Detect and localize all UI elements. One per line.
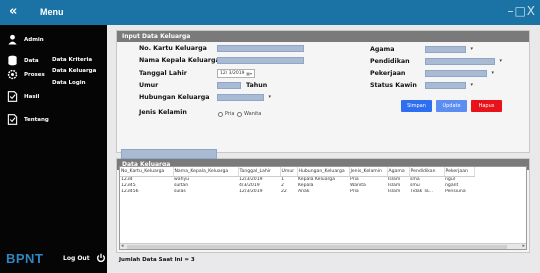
umur-label: Umur — [139, 82, 159, 89]
info-document-icon — [7, 114, 18, 125]
logout-button[interactable]: Log Out — [63, 253, 106, 263]
column-header[interactable]: Tanggal_Lahir — [238, 167, 281, 177]
agama-combobox[interactable]: ▾ — [425, 46, 473, 53]
umur-input[interactable] — [217, 82, 241, 89]
table-body: 1234 wahyu 12/3/2019 1 Kepala Keluarga Pria Is… — [120, 176, 474, 195]
window-controls[interactable]: –□X — [507, 4, 536, 18]
chevron-down-icon[interactable]: ▾ — [268, 94, 271, 100]
jumlah-data: Jumlah Data Saat Ini = 3 — [119, 257, 195, 263]
column-header[interactable]: Jenis_Kelamin — [349, 167, 388, 177]
radio-wanita[interactable]: Wanita — [237, 111, 261, 117]
column-header[interactable]: Umur — [280, 167, 298, 177]
update-button[interactable]: Update — [436, 100, 467, 112]
sidebar-item-admin: Admin — [7, 34, 44, 45]
table-cell: sulas — [174, 188, 186, 194]
user-icon — [8, 34, 17, 45]
table-cell: Pensiuna — [445, 188, 466, 194]
title-bar: « Menu –□X — [0, 0, 540, 25]
sidebar-item-tentang[interactable]: Tentang — [7, 114, 49, 125]
radio-circle — [218, 111, 223, 117]
search-input[interactable] — [121, 149, 217, 159]
window-title: Menu — [40, 7, 64, 17]
logo: BPNT — [6, 251, 44, 266]
table-cell: Tidak Ta... — [410, 188, 434, 194]
table-cell: 12/3/2019 — [239, 188, 263, 194]
sidebar-item-label: Admin — [24, 36, 44, 43]
hapus-button[interactable]: Hapus — [471, 100, 502, 112]
calendar-icon[interactable]: ▦▾ — [246, 70, 252, 77]
sidebar: Admin Data Data Kriteria Data Keluarga D… — [0, 25, 107, 273]
nama-kepala-label: Nama Kepala Keluarga — [139, 57, 220, 64]
column-header[interactable]: No_Kartu_Keluarga — [120, 167, 174, 177]
data-keluarga-table[interactable]: No_Kartu_Keluarga Nama_Kepala_Keluarga Tan… — [119, 166, 527, 250]
tanggal-lahir-value: 12/ 3/2019 — [220, 71, 245, 76]
jenis-kelamin-label: Jenis Kelamin — [139, 109, 187, 116]
radio-pria[interactable]: Pria — [218, 111, 234, 117]
tanggal-lahir-picker[interactable]: 12/ 3/2019 ▦▾ — [217, 69, 255, 78]
pekerjaan-combobox[interactable]: ▾ — [425, 70, 494, 77]
database-icon — [8, 55, 17, 66]
scrollbar-thumb[interactable] — [127, 245, 507, 249]
table-row[interactable]: 123456 sulas 12/3/2019 22 Anak Pria Islam Tidak… — [120, 189, 474, 195]
pekerjaan-label: Pekerjaan — [370, 70, 406, 77]
radio-circle — [237, 111, 242, 117]
table-cell: 22 — [281, 188, 287, 194]
nama-kepala-input[interactable] — [217, 57, 304, 64]
column-header[interactable]: Hubungan_Keluarga — [297, 167, 350, 177]
agama-label: Agama — [370, 46, 395, 53]
simpan-button[interactable]: Simpan — [401, 100, 432, 112]
power-icon — [96, 253, 105, 263]
back-icon[interactable]: « — [9, 5, 17, 18]
sidebar-item-proses[interactable]: Proses — [7, 69, 45, 80]
hubungan-label: Hubungan Keluarga — [139, 94, 210, 101]
tanggal-lahir-label: Tanggal Lahir — [139, 70, 187, 77]
tahun-label: Tahun — [246, 82, 268, 89]
sidebar-item-label: Data — [24, 57, 39, 64]
document-icon — [7, 91, 18, 102]
chevron-down-icon[interactable]: ▾ — [470, 82, 473, 88]
no-kk-input[interactable] — [217, 45, 304, 52]
table-cell: Anak — [298, 188, 310, 194]
table-cell: Pria — [350, 188, 359, 194]
status-kawin-combobox[interactable]: ▾ — [425, 82, 473, 89]
sidebar-item-hasil[interactable]: Hasil — [7, 91, 39, 102]
submenu-data-keluarga[interactable]: Data Keluarga — [52, 68, 96, 74]
table-cell: 123456 — [121, 188, 139, 194]
hubungan-combobox[interactable]: ▾ — [217, 94, 271, 101]
chevron-down-icon[interactable]: ▾ — [499, 58, 502, 64]
pendidikan-label: Pendidikan — [370, 58, 410, 65]
radio-pria-label: Pria — [225, 111, 235, 117]
chevron-down-icon[interactable]: ▾ — [470, 46, 473, 52]
chevron-down-icon[interactable]: ▾ — [491, 70, 494, 76]
input-form-header: Input Data Keluarga — [117, 31, 529, 42]
pendidikan-combobox[interactable]: ▾ — [425, 58, 502, 65]
scroll-left-icon[interactable]: ◂ — [121, 243, 124, 249]
submenu-data-kriteria[interactable]: Data Kriteria — [52, 57, 92, 63]
column-header[interactable]: Agama — [387, 167, 410, 177]
logout-label: Log Out — [63, 254, 90, 262]
sidebar-item-label: Proses — [24, 71, 45, 78]
column-header[interactable]: Pekerjaan — [444, 167, 475, 177]
status-kawin-label: Status Kawin — [370, 82, 417, 89]
gear-icon — [7, 69, 18, 80]
horizontal-scrollbar[interactable]: ◂ ▸ — [120, 243, 526, 249]
radio-wanita-label: Wanita — [244, 111, 262, 117]
table-header-row: No_Kartu_Keluarga Nama_Kepala_Keluarga Tan… — [120, 167, 475, 177]
submenu-data-login[interactable]: Data Login — [52, 80, 86, 86]
scroll-right-icon[interactable]: ▸ — [522, 243, 525, 249]
column-header[interactable]: Pendidikan — [409, 167, 445, 177]
sidebar-item-label: Tentang — [24, 116, 49, 123]
sidebar-item-data[interactable]: Data — [7, 55, 39, 66]
table-cell: Islam — [388, 188, 401, 194]
no-kk-label: No. Kartu Keluarga — [139, 45, 207, 52]
column-header[interactable]: Nama_Kepala_Keluarga — [173, 167, 239, 177]
sidebar-item-label: Hasil — [24, 93, 40, 100]
